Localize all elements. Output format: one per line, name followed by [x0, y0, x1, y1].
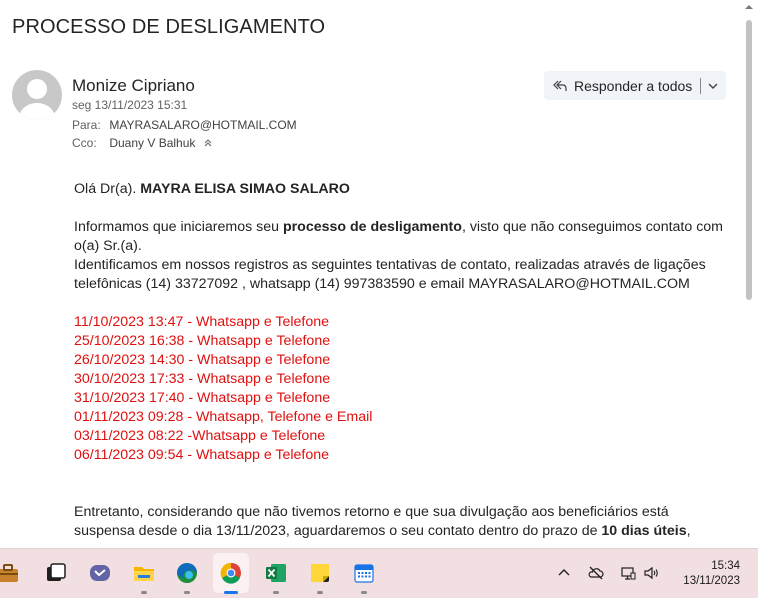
attempt-item: 30/10/2023 17:33 - Whatsapp e Telefone: [74, 371, 331, 387]
attempt-item: 11/10/2023 13:47 - Whatsapp e Telefone: [74, 314, 330, 330]
attempt-item: 26/10/2023 14:30 - Whatsapp e Telefone: [74, 352, 331, 368]
cc-row: Cco: Duany V Balhuk: [72, 136, 213, 150]
scrollbar[interactable]: [744, 0, 754, 548]
cc-recipient[interactable]: Duany V Balhuk: [109, 136, 195, 150]
paragraph-deadline: Entretanto, considerando que não tivemos…: [74, 503, 724, 541]
chevron-down-icon[interactable]: [705, 78, 721, 94]
file-explorer-icon[interactable]: [132, 561, 156, 585]
email-subject: PROCESSO DE DESLIGAMENTO: [12, 16, 326, 38]
reply-all-button[interactable]: Responder a todos: [544, 71, 726, 100]
reply-all-label: Responder a todos: [574, 77, 693, 94]
running-indicator: [317, 591, 323, 594]
taskbar: 15:34 13/11/2023: [0, 548, 758, 598]
sent-date: seg 13/11/2023 15:31: [72, 98, 188, 112]
volume-icon[interactable]: [643, 565, 659, 581]
person-icon: [19, 79, 55, 120]
p1-text-a: Informamos que iniciaremos seu: [74, 219, 283, 235]
email-body: Olá Dr(a). MAYRA ELISA SIMAO SALARO Info…: [74, 180, 724, 541]
running-indicator: [273, 591, 279, 594]
attempt-item: 03/11/2023 08:22 -Whatsapp e Telefone: [74, 428, 326, 444]
collapse-recipients-icon[interactable]: [203, 138, 213, 148]
paragraph-contacts: Identificamos em nossos registros as seg…: [74, 257, 706, 292]
to-label: Para:: [72, 118, 101, 132]
chrome-icon[interactable]: [219, 561, 243, 585]
greeting: Olá Dr(a). MAYRA ELISA SIMAO SALARO: [74, 180, 724, 199]
attempt-item: 06/11/2023 09:54 - Whatsapp e Telefone: [74, 447, 330, 463]
clock-time: 15:34: [711, 560, 740, 572]
to-row: Para: MAYRASALARO@HOTMAIL.COM: [72, 118, 297, 132]
cc-label: Cco:: [72, 136, 97, 150]
attempt-item: 25/10/2023 16:38 - Whatsapp e Telefone: [74, 333, 331, 349]
recipient-name: MAYRA ELISA SIMAO SALARO: [140, 181, 350, 197]
chevron-up-icon[interactable]: [556, 565, 572, 581]
network-icon[interactable]: [620, 565, 636, 581]
avatar[interactable]: [12, 70, 62, 120]
scroll-thumb[interactable]: [746, 20, 752, 300]
system-clock[interactable]: 15:34 13/11/2023: [683, 559, 740, 589]
edge-icon[interactable]: [175, 561, 199, 585]
scroll-up-arrow-icon[interactable]: [744, 2, 754, 12]
clock-date: 13/11/2023: [683, 575, 740, 587]
sticky-notes-icon[interactable]: [308, 561, 332, 585]
onedrive-offline-icon[interactable]: [588, 565, 604, 581]
reply-all-icon: [553, 80, 567, 91]
excel-icon[interactable]: [264, 561, 288, 585]
p3-bold: 10 dias úteis: [601, 523, 687, 539]
attempt-item: 01/11/2023 09:28 - Whatsapp, Telefone e …: [74, 409, 373, 425]
greeting-prefix: Olá Dr(a).: [74, 181, 141, 197]
paragraph-intro: Informamos que iniciaremos seu processo …: [74, 218, 724, 256]
to-recipient[interactable]: MAYRASALARO@HOTMAIL.COM: [109, 118, 296, 132]
running-indicator: [141, 591, 147, 594]
calendar-icon[interactable]: [352, 561, 376, 585]
task-view-icon[interactable]: [44, 561, 68, 585]
briefcase-icon[interactable]: [0, 561, 20, 585]
attempt-item: 31/10/2023 17:40 - Whatsapp e Telefone: [74, 390, 331, 406]
running-indicator: [184, 591, 190, 594]
active-indicator: [224, 591, 238, 594]
p3-text-a: Entretanto, considerando que não tivemos…: [74, 504, 669, 539]
running-indicator: [361, 591, 367, 594]
reply-divider: [700, 77, 702, 94]
p1-bold: processo de desligamento: [282, 219, 462, 235]
teams-icon[interactable]: [88, 561, 112, 585]
attempt-list: 11/10/2023 13:47 - Whatsapp e Telefone 2…: [74, 313, 724, 465]
sender-name[interactable]: Monize Cipriano: [72, 76, 195, 96]
p3-text-b: ,: [686, 523, 691, 539]
